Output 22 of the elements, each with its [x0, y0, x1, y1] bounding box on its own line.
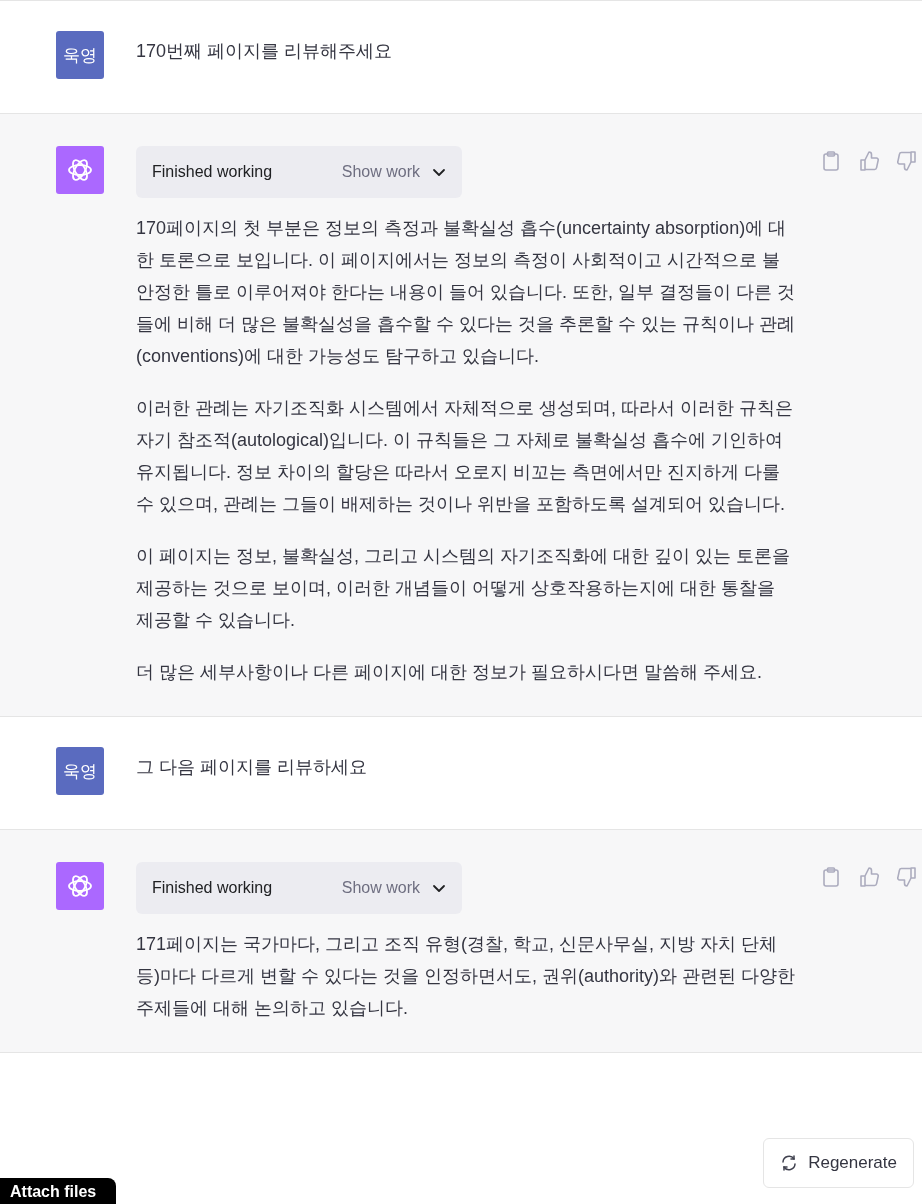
attach-files-button[interactable]: Attach files: [0, 1178, 116, 1204]
message-paragraph: 더 많은 세부사항이나 다른 페이지에 대한 정보가 필요하시다면 말씀해 주세요.: [136, 661, 763, 684]
thumbs-up-icon[interactable]: [858, 866, 880, 888]
status-text: Finished working: [152, 879, 273, 897]
message-paragraph: 이 페이지는 정보, 불확실성, 그리고 시스템의 자기조직화에 대한 깊이 있는 토론을 제공하는 것으로 보이며, 이러한 개념들이 어떻게 상호작용하는지에 대한 통찰을 제공할 수 있습니다.: [136, 545, 791, 632]
user-avatar: 욱영: [56, 747, 104, 795]
message-paragraph: 이러한 관례는 자기조직화 시스템에서 자체적으로 생성되며, 따라서 이러한 규칙은 자기 참조적(autological)입니다. 이 규칙들은 그 자체로 불확실성 흡수에 기인하여 유지됩니다. 정보 차이의 할당은 따라서 오로지 비꼬는 측면에서만 진지하게 다룰 수 있으며, 관례는 그들이 배제하는 것이나 위반을 포함하도록 설계되어 있습니다.: [136, 397, 794, 516]
thumbs-down-icon[interactable]: [896, 866, 918, 888]
user-avatar: 욱영: [56, 31, 104, 79]
regenerate-button[interactable]: Regenerate: [763, 1138, 914, 1188]
message-text: 그 다음 페이지를 리뷰하세요: [136, 756, 367, 779]
show-work-toggle[interactable]: Show work: [341, 879, 446, 897]
thumbs-up-icon[interactable]: [858, 150, 880, 172]
clipboard-icon[interactable]: [820, 866, 842, 888]
message-paragraph: 170페이지의 첫 부분은 정보의 측정과 불확실성 흡수(uncertainty absorption)에 대한 토론으로 보입니다. 이 페이지에서는 정보의 측정이 사회적이고 시간적으로 불안정한 틀로 이루어져야 한다는 내용이 들어 있습니다. 또한, 일부 결정들이 다른 것들에 비해 더 많은 불확실성을 흡수할 수 있다는 것을 추론할 수 있는 규칙이나 관례(conventions)에 대한 가능성도 탐구하고 있습니다.: [136, 217, 796, 368]
clipboard-icon[interactable]: [820, 150, 842, 172]
status-text: Finished working: [152, 163, 273, 181]
message-text: 170번째 페이지를 리뷰해주세요: [136, 40, 393, 63]
thumbs-down-icon[interactable]: [896, 150, 918, 172]
message-paragraph: 171페이지는 국가마다, 그리고 조직 유형(경찰, 학교, 신문사무실, 지방 자치 단체 등)마다 다르게 변할 수 있다는 것을 인정하면서도, 권위(authority)와 관련된 다양한 주제들에 대해 논의하고 있습니다.: [136, 933, 796, 1020]
show-work-toggle[interactable]: Show work: [341, 163, 446, 181]
refresh-icon: [780, 1154, 799, 1172]
